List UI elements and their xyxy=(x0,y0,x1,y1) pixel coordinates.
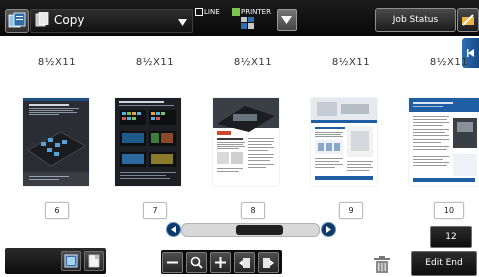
chevron-down-icon xyxy=(178,19,187,26)
page-number: 8 xyxy=(241,202,265,219)
home-button[interactable] xyxy=(5,9,29,33)
rotate-left-button[interactable] xyxy=(234,252,255,273)
line-status-icon xyxy=(195,8,203,16)
page-thumbnail-10[interactable] xyxy=(409,98,479,186)
top-bar: Copy LINE PRINTER Job Status xyxy=(0,0,479,36)
mode-select[interactable]: Copy xyxy=(30,9,193,33)
copy-icon xyxy=(35,12,49,27)
page-thumbnail-7[interactable] xyxy=(115,98,181,186)
page-number: 6 xyxy=(45,202,69,219)
magnifier-icon xyxy=(190,256,203,269)
rotate-right-icon xyxy=(263,258,274,268)
page-thumbnail-8[interactable] xyxy=(213,98,279,186)
rotate-left-icon xyxy=(239,258,250,268)
printer-label: PRINTER xyxy=(241,8,271,16)
total-pages-display: 12 xyxy=(430,226,472,248)
image-icon xyxy=(64,254,78,268)
paper-size-label: 8½X11 xyxy=(135,57,175,68)
page-view-button[interactable] xyxy=(84,251,104,271)
system-settings-button[interactable] xyxy=(457,8,479,32)
line-indicator: LINE xyxy=(195,8,220,16)
document-page-image xyxy=(311,98,377,186)
settings-icon xyxy=(462,14,474,26)
page-thumbnail-6[interactable] xyxy=(23,98,89,186)
zoom-out-button[interactable] xyxy=(162,252,183,273)
page-scrollbar[interactable] xyxy=(181,223,320,237)
rotate-right-button[interactable] xyxy=(258,252,279,273)
page-thumbnail-9[interactable] xyxy=(311,98,377,186)
paper-size-label: 8½X11 xyxy=(429,57,469,68)
mode-label: Copy xyxy=(54,13,85,27)
page-number: 7 xyxy=(143,202,167,219)
chevron-down-icon xyxy=(281,16,292,24)
edit-end-button[interactable]: Edit End xyxy=(411,251,477,276)
document-page-image xyxy=(115,98,181,186)
document-page-image xyxy=(409,98,479,186)
trash-icon xyxy=(374,256,390,273)
view-mode-panel xyxy=(5,248,106,274)
status-dropdown[interactable] xyxy=(277,9,297,31)
zoom-in-button[interactable] xyxy=(210,252,231,273)
page-icon xyxy=(88,254,100,268)
scroll-right-button[interactable] xyxy=(321,222,336,237)
printer-icon xyxy=(241,17,254,29)
zoom-button[interactable] xyxy=(186,252,207,273)
zoom-controls xyxy=(161,250,282,274)
paper-size-label: 8½X11 xyxy=(331,57,371,68)
minus-icon xyxy=(167,261,178,264)
document-page-image xyxy=(23,98,89,186)
job-status-button[interactable]: Job Status xyxy=(375,8,456,32)
plus-icon xyxy=(215,257,226,268)
printer-status-icon xyxy=(232,8,240,16)
document-page-image xyxy=(213,98,279,186)
scrollbar-thumb[interactable] xyxy=(235,225,283,235)
page-number: 9 xyxy=(339,202,363,219)
scroll-left-button[interactable] xyxy=(166,222,181,237)
chevron-right-icon xyxy=(326,226,331,233)
line-label: LINE xyxy=(204,8,220,16)
page-number: 10 xyxy=(434,202,464,219)
image-view-button[interactable] xyxy=(61,251,81,271)
chevron-left-icon xyxy=(467,49,474,57)
delete-page-button[interactable] xyxy=(374,256,390,277)
paper-size-label: 8½X11 xyxy=(37,57,77,68)
home-icon xyxy=(8,12,26,28)
paper-size-label: 8½X11 xyxy=(233,57,273,68)
printer-indicator: PRINTER xyxy=(232,8,271,16)
chevron-left-icon xyxy=(171,226,176,233)
